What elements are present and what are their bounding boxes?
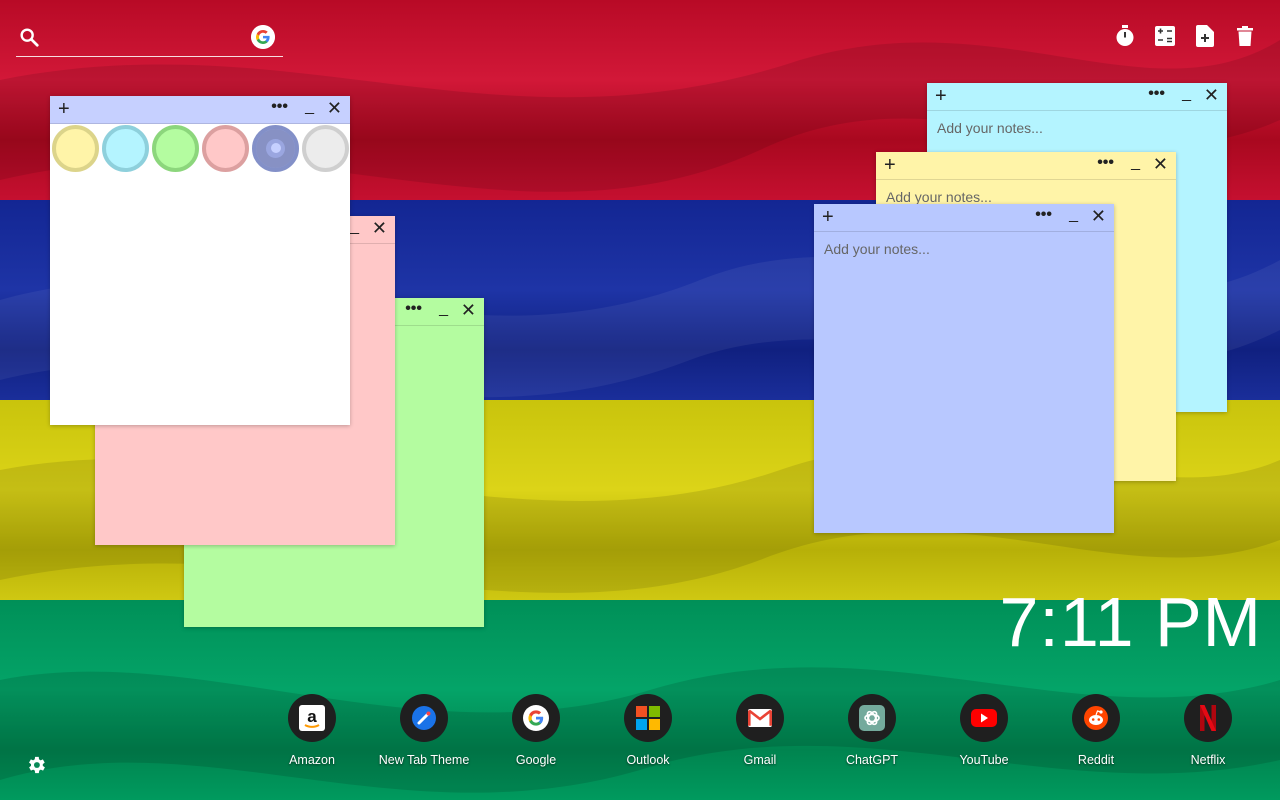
gmail-icon[interactable] (736, 694, 784, 742)
reddit-icon[interactable] (1072, 694, 1120, 742)
color-swatch-white[interactable] (302, 125, 349, 172)
note-close-button[interactable]: ✕ (1204, 85, 1219, 106)
color-swatch-yellow[interactable] (52, 125, 99, 172)
search-icon[interactable] (18, 26, 40, 48)
shortcut-reddit[interactable]: Reddit (1040, 694, 1152, 767)
note-close-button[interactable]: ✕ (327, 98, 342, 119)
note-menu-button[interactable]: ••• (405, 300, 422, 318)
search-input[interactable] (50, 24, 240, 50)
shortcut-chatgpt[interactable]: ChatGPT (816, 694, 928, 767)
note-add-button[interactable]: + (822, 207, 834, 227)
color-swatch-pink[interactable] (202, 125, 249, 172)
note-close-button[interactable]: ✕ (1153, 154, 1168, 175)
note-close-button[interactable]: ✕ (372, 218, 387, 239)
note-add-button[interactable]: + (58, 99, 70, 119)
note-minimize-button[interactable]: _ (439, 300, 448, 318)
note-menu-button[interactable]: ••• (1097, 154, 1114, 172)
note-menu-button[interactable]: ••• (271, 98, 288, 116)
note-header: + ••• _ ✕ (814, 204, 1114, 232)
shortcut-netflix[interactable]: Netflix (1152, 694, 1264, 767)
shortcut-label: Reddit (1077, 753, 1115, 767)
chatgpt-icon[interactable] (848, 694, 896, 742)
new-tab-theme-icon[interactable] (400, 694, 448, 742)
note-body (814, 233, 1114, 533)
new-note-icon[interactable] (1194, 24, 1216, 48)
shortcut-label: New Tab Theme (378, 753, 470, 767)
color-swatch-blue[interactable] (252, 125, 299, 172)
calculator-icon[interactable] (1154, 24, 1176, 48)
shortcut-outlook[interactable]: Outlook (592, 694, 704, 767)
outlook-icon[interactable] (624, 694, 672, 742)
note-close-button[interactable]: ✕ (1091, 206, 1106, 227)
note-minimize-button[interactable]: _ (305, 98, 314, 116)
note-header: + ••• _ ✕ (50, 96, 350, 124)
note-close-button[interactable]: ✕ (461, 300, 476, 321)
shortcut-label: Gmail (743, 753, 777, 767)
svg-text:a: a (307, 707, 317, 726)
note-minimize-button[interactable]: _ (1131, 154, 1140, 172)
shortcut-label: Netflix (1190, 753, 1226, 767)
note-minimize-button[interactable]: _ (1069, 206, 1078, 224)
toolbar (1114, 24, 1256, 48)
note-minimize-button[interactable]: _ (350, 218, 359, 236)
shortcut-youtube[interactable]: YouTube (928, 694, 1040, 767)
search-bar[interactable] (16, 20, 283, 57)
shortcut-label: YouTube (959, 753, 1009, 767)
timer-icon[interactable] (1114, 24, 1136, 48)
color-picker (50, 125, 349, 172)
note-menu-button[interactable]: ••• (1035, 206, 1052, 224)
note-add-button[interactable]: + (935, 86, 947, 106)
note-header: + ••• _ ✕ (927, 83, 1227, 111)
note-textarea[interactable] (824, 241, 1104, 525)
note-menu-button[interactable]: ••• (1148, 85, 1165, 103)
amazon-icon[interactable]: a (288, 694, 336, 742)
sticky-note-blue[interactable]: + ••• _ ✕ (814, 204, 1114, 533)
google-icon[interactable] (512, 694, 560, 742)
settings-gear-icon[interactable] (25, 754, 47, 776)
google-g-icon[interactable] (251, 25, 275, 49)
shortcuts-dock: a Amazon New Tab Theme Google Outlook Gm… (256, 694, 1264, 767)
youtube-icon[interactable] (960, 694, 1008, 742)
color-swatch-green[interactable] (152, 125, 199, 172)
note-minimize-button[interactable]: _ (1182, 85, 1191, 103)
sticky-note-white[interactable]: + ••• _ ✕ (50, 96, 350, 425)
shortcut-label: Google (515, 753, 557, 767)
trash-icon[interactable] (1234, 24, 1256, 48)
color-swatch-cyan[interactable] (102, 125, 149, 172)
shortcut-new-tab-theme[interactable]: New Tab Theme (368, 694, 480, 767)
netflix-icon[interactable] (1184, 694, 1232, 742)
shortcut-label: ChatGPT (845, 753, 899, 767)
note-add-button[interactable]: + (884, 155, 896, 175)
shortcut-gmail[interactable]: Gmail (704, 694, 816, 767)
shortcut-amazon[interactable]: a Amazon (256, 694, 368, 767)
shortcut-label: Outlook (626, 753, 670, 767)
clock-display: 7:11 PM (999, 583, 1262, 661)
shortcut-label: Amazon (289, 753, 335, 767)
note-header: + ••• _ ✕ (876, 152, 1176, 180)
shortcut-google[interactable]: Google (480, 694, 592, 767)
